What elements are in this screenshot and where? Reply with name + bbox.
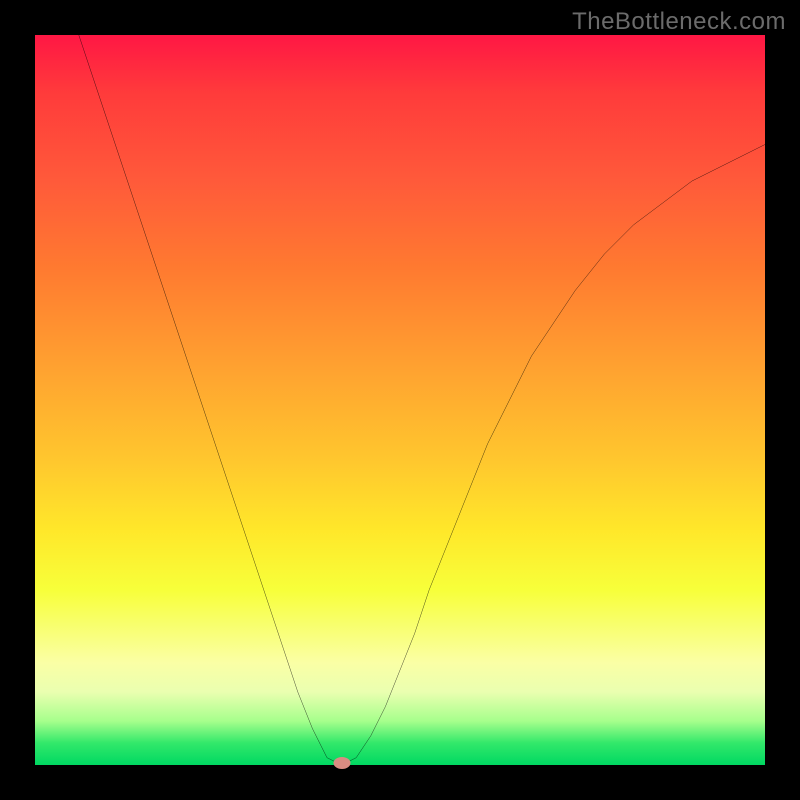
watermark-text: TheBottleneck.com xyxy=(572,8,786,36)
chart-frame: TheBottleneck.com xyxy=(0,0,800,800)
optimum-marker xyxy=(333,757,350,769)
bottleneck-curve xyxy=(35,35,765,765)
